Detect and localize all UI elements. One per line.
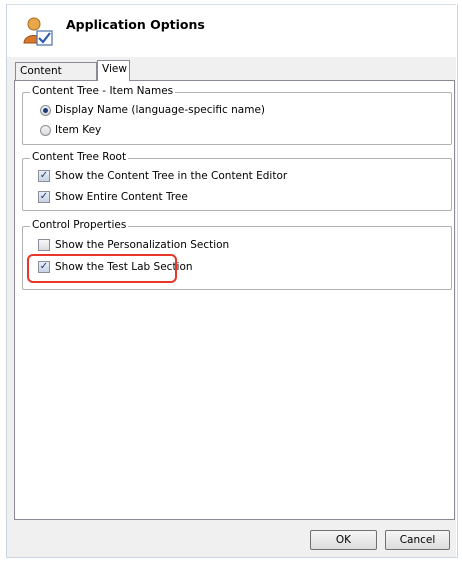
annotation-highlight-box	[27, 254, 177, 283]
group-title-tree-root: Content Tree Root	[30, 151, 129, 163]
radio-display-name[interactable]	[40, 105, 51, 116]
cancel-button[interactable]: Cancel	[385, 530, 450, 550]
ok-button[interactable]: OK	[310, 530, 377, 550]
radio-item-key[interactable]	[40, 125, 51, 136]
tab-content-editor[interactable]: Content Editor	[15, 62, 97, 94]
group-item-names	[22, 92, 452, 145]
checkbox-show-entire-tree[interactable]: ✓	[38, 191, 50, 203]
label-item-key: Item Key	[55, 124, 102, 136]
label-show-personalization: Show the Personalization Section	[55, 239, 230, 251]
checkbox-show-personalization[interactable]	[38, 239, 50, 251]
label-show-entire-tree: Show Entire Content Tree	[55, 191, 188, 203]
view-tab-panel	[14, 80, 455, 520]
label-show-content-tree: Show the Content Tree in the Content Edi…	[55, 170, 288, 182]
group-title-item-names: Content Tree - Item Names	[30, 85, 176, 97]
label-display-name: Display Name (language-specific name)	[55, 104, 266, 116]
group-title-control-properties: Control Properties	[30, 219, 129, 231]
user-check-icon	[23, 17, 53, 46]
tab-view[interactable]: View	[97, 60, 130, 81]
checkbox-show-content-tree[interactable]: ✓	[38, 170, 50, 182]
dialog-header: Application Options	[7, 5, 456, 57]
dialog-title: Application Options	[66, 17, 205, 32]
